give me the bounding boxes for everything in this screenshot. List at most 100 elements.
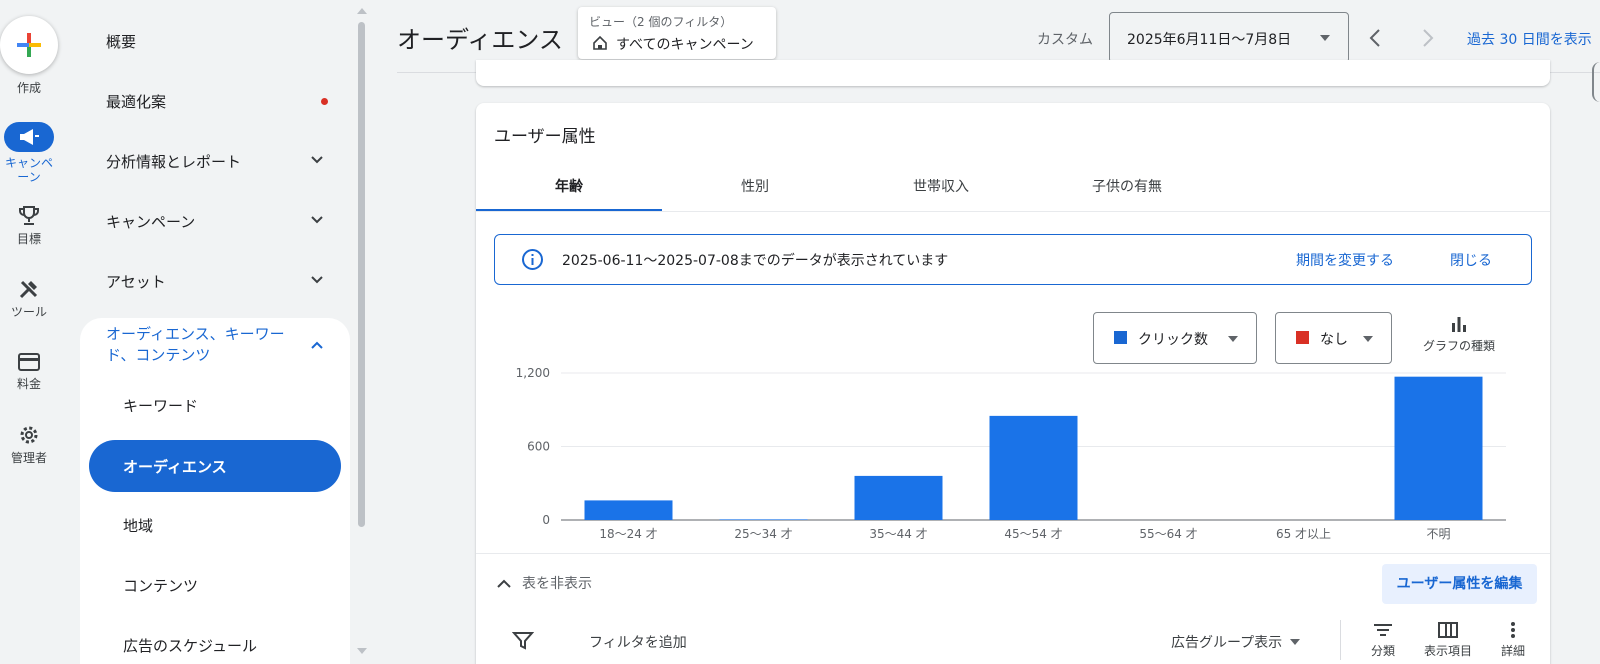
segment-icon [1374, 624, 1392, 636]
tab-divider [476, 211, 1550, 212]
sidebar: 概要 最適化案 分析情報とレポート キャンペーン アセット オーディエンス、キー… [80, 0, 350, 664]
compare-period-link[interactable]: 過去 30 日間を表示 [1467, 29, 1592, 49]
add-filter-button[interactable]: フィルタを追加 [589, 632, 687, 652]
chart-type-label: グラフの種類 [1422, 339, 1495, 353]
sidebar-item-assets[interactable]: アセット [80, 251, 350, 311]
credit-card-icon [18, 353, 40, 371]
rail-billing-label: 料金 [16, 377, 41, 391]
sidebar-item-campaigns[interactable]: キャンペーン [80, 191, 350, 251]
toolbar-divider [1340, 620, 1341, 660]
x-tick-label: 不明 [1426, 527, 1450, 541]
rail-admin-label: 管理者 [10, 451, 47, 465]
sidebar-item-label: アセット [106, 272, 166, 291]
hide-table-toggle[interactable]: 表を非表示 [496, 573, 592, 593]
scroll-down-arrow[interactable] [357, 648, 367, 654]
rail-campaigns-pill [4, 122, 54, 152]
sidebar-item-label: 分析情報とレポート [106, 152, 242, 171]
more-vert-icon [1511, 622, 1515, 638]
tools-icon [19, 280, 38, 299]
rail-campaigns-label: キャンペーン [4, 156, 53, 184]
more-button[interactable]: 詳細 [1493, 621, 1533, 659]
info-text: 2025-06-11〜2025-07-08までのデータが表示されています [562, 253, 949, 269]
caret-down-icon [1363, 336, 1373, 342]
sidebar-item-insights[interactable]: 分析情報とレポート [80, 131, 350, 191]
bar [1394, 376, 1483, 520]
metric1-label: クリック数 [1138, 332, 1208, 348]
tab-gender[interactable]: 性別 [662, 165, 848, 211]
sidebar-item-label: キャンペーン [106, 212, 196, 231]
columns-button[interactable]: 表示項目 [1418, 621, 1478, 659]
rail-billing[interactable]: 料金 [0, 352, 58, 392]
megaphone-icon [20, 129, 39, 145]
x-tick-label: 65 才以上 [1276, 527, 1331, 541]
view-value: すべてのキャンペーン [616, 37, 754, 53]
gear-icon [20, 426, 38, 444]
ad-group-view-label: 広告グループ表示 [1171, 635, 1283, 651]
sidebar-subitem-content[interactable]: コンテンツ [123, 575, 198, 596]
chevron-left-icon[interactable] [1368, 28, 1382, 48]
notification-dot [321, 98, 328, 105]
chevron-up-icon[interactable] [310, 338, 324, 352]
create-button[interactable] [0, 16, 58, 74]
chevron-right-icon[interactable] [1421, 28, 1435, 48]
rail-goals[interactable]: 目標 [0, 205, 58, 247]
sidebar-item-label: 最適化案 [106, 92, 167, 111]
segment-button[interactable]: 分類 [1363, 621, 1403, 659]
info-banner: 2025-06-11〜2025-07-08までのデータが表示されています 期間を… [494, 234, 1532, 285]
sidebar-subitem-ad-schedule[interactable]: 広告のスケジュール [123, 635, 257, 656]
chevron-down-icon [311, 216, 323, 224]
caret-down-icon [1290, 639, 1301, 645]
sidebar-group-header[interactable]: オーディエンス、キーワー ド、コンテンツ [106, 324, 296, 366]
metric2-swatch [1296, 331, 1309, 344]
trophy-icon [19, 206, 39, 225]
tab-household-income[interactable]: 世帯収入 [848, 165, 1034, 211]
sidebar-item-recommendations[interactable]: 最適化案 [80, 71, 350, 131]
rail-admin[interactable]: 管理者 [0, 424, 58, 466]
bar [854, 475, 943, 520]
bar-chart-icon [1452, 317, 1466, 332]
filter-icon[interactable] [512, 631, 534, 651]
tab-parental-status[interactable]: 子供の有無 [1034, 165, 1220, 211]
rail-create-label: 作成 [16, 81, 41, 95]
demographics-card: ユーザー属性 年齢 性別 世帯収入 子供の有無 2025-06-11〜2025-… [476, 103, 1550, 664]
age-bar-chart: 0 600 1,200 18〜24 才 25〜34 才 35〜44 才 45〜54 才 55〜… [516, 366, 1506, 541]
group-head-line2: ド、コンテンツ [106, 346, 211, 364]
rail-tools-label: ツール [10, 305, 47, 319]
caret-down-icon [1228, 336, 1238, 342]
x-tick-label: 25〜34 才 [734, 527, 792, 541]
view-filter-chip[interactable]: ビュー（2 個のフィルタ） すべてのキャンペーン [578, 7, 776, 59]
bar [584, 500, 673, 520]
tab-age[interactable]: 年齢 [476, 165, 662, 211]
scroll-up-arrow[interactable] [357, 8, 367, 14]
sidebar-subitem-locations[interactable]: 地域 [123, 515, 153, 536]
hide-table-label: 表を非表示 [522, 576, 592, 592]
date-range-select[interactable]: 2025年6月11日〜7月8日 [1109, 12, 1349, 63]
plus-icon [17, 33, 41, 57]
chart-type-button[interactable]: グラフの種類 [1417, 312, 1501, 354]
bar [989, 415, 1078, 520]
sidebar-item-overview[interactable]: 概要 [80, 11, 350, 71]
side-panel-edge[interactable] [1592, 62, 1600, 102]
y-tick-label: 600 [527, 440, 550, 454]
bar [719, 519, 808, 520]
card-title: ユーザー属性 [494, 127, 596, 147]
edit-demographics-button[interactable]: ユーザー属性を編集 [1382, 564, 1537, 604]
ad-group-view-select[interactable]: 広告グループ表示 [1171, 632, 1301, 652]
previous-card-edge [476, 60, 1550, 86]
change-period-link[interactable]: 期間を変更する [1296, 250, 1394, 270]
x-tick-label: 35〜44 才 [869, 527, 927, 541]
chevron-down-icon [311, 276, 323, 284]
close-banner-link[interactable]: 閉じる [1450, 250, 1492, 270]
rail-campaigns[interactable]: キャンペーン [0, 122, 58, 184]
sidebar-scrollbar[interactable] [358, 22, 365, 527]
y-tick-label: 0 [542, 513, 550, 527]
x-tick-label: 55〜64 才 [1139, 527, 1197, 541]
rail-tools[interactable]: ツール [0, 278, 58, 320]
sidebar-subitem-keywords[interactable]: キーワード [123, 395, 198, 416]
sidebar-subitem-audiences[interactable]: オーディエンス [89, 440, 341, 492]
date-range-value: 2025年6月11日〜7月8日 [1127, 32, 1292, 48]
chevron-down-icon [311, 156, 323, 164]
metric2-label: なし [1320, 332, 1348, 348]
app-root: 作成 キャンペーン 目標 ツール 料金 管理者 概要 最適化案 分析情報とレポー… [0, 0, 1600, 664]
rail-goals-label: 目標 [16, 232, 41, 246]
